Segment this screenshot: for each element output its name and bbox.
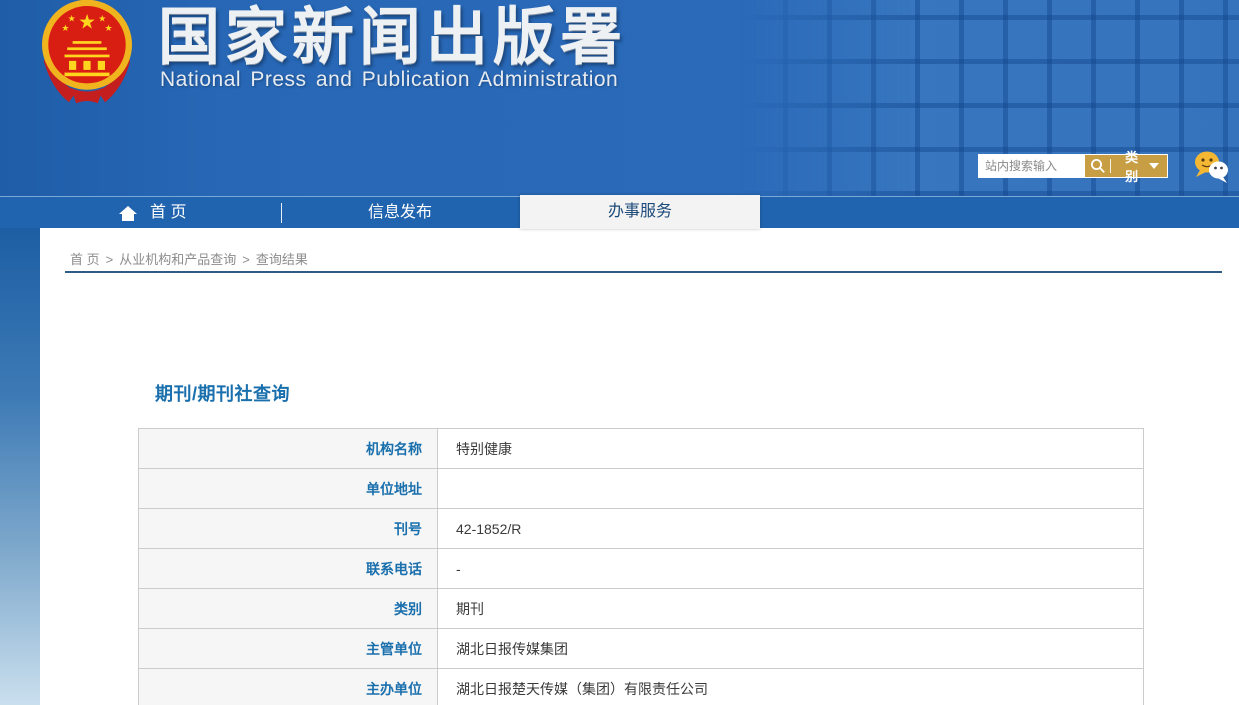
nav-home-label: 首 页 — [150, 204, 187, 221]
svg-text:★: ★ — [68, 13, 76, 23]
table-row: 机构名称 特别健康 — [138, 428, 1144, 469]
svg-text:★: ★ — [78, 11, 96, 33]
row-value: 期刊 — [437, 588, 1144, 629]
table-row: 类别 期刊 — [138, 588, 1144, 629]
search-icon — [1090, 159, 1105, 173]
nav-item-info-release[interactable]: 信息发布 — [300, 197, 500, 229]
category-label: 类别 — [1125, 150, 1139, 184]
row-value: 特别健康 — [437, 428, 1144, 469]
site-search: 类别 — [978, 150, 1168, 184]
row-label: 刊号 — [138, 508, 438, 549]
main-nav: 首 页 信息发布 办事服务 — [0, 195, 1239, 229]
breadcrumb: 首 页 > 从业机构和产品查询 > 查询结果 — [70, 249, 308, 268]
row-label: 类别 — [138, 588, 438, 629]
row-value: 湖北日报楚天传媒（集团）有限责任公司 — [437, 668, 1144, 705]
breadcrumb-separator: > — [242, 252, 250, 267]
table-row: 单位地址 — [138, 468, 1144, 509]
chevron-down-icon — [1149, 163, 1159, 169]
table-row: 刊号 42-1852/R — [138, 508, 1144, 549]
search-gold-section: 类别 — [1085, 150, 1167, 184]
wechat-icon[interactable] — [1192, 150, 1230, 184]
page-title: 期刊/期刊社查询 — [155, 384, 291, 404]
category-dropdown[interactable]: 类别 — [1111, 147, 1167, 185]
svg-text:★: ★ — [61, 23, 69, 33]
row-label: 联系电话 — [138, 548, 438, 589]
row-label: 机构名称 — [138, 428, 438, 469]
row-value — [437, 468, 1144, 509]
row-label: 单位地址 — [138, 468, 438, 509]
home-icon — [119, 205, 137, 221]
row-value: 42-1852/R — [437, 508, 1144, 549]
nav-item-home[interactable]: 首 页 — [118, 197, 218, 229]
site-title: 国家新闻出版署 — [158, 3, 628, 72]
site-subtitle: National Press and Publication Administr… — [160, 68, 619, 91]
query-table-body: 机构名称 特别健康 单位地址 刊号 42-1852/R 联系电话 - 类别 期刊… — [138, 428, 1144, 705]
breadcrumb-current: 查询结果 — [255, 252, 308, 267]
nav-divider — [281, 203, 282, 223]
table-row: 联系电话 - — [138, 548, 1144, 589]
breadcrumb-home[interactable]: 首 页 — [70, 252, 100, 267]
row-value: - — [437, 548, 1144, 589]
search-input[interactable] — [979, 155, 1085, 177]
svg-text:★: ★ — [98, 13, 106, 23]
breadcrumb-query[interactable]: 从业机构和产品查询 — [119, 252, 236, 267]
search-button[interactable] — [1085, 155, 1110, 177]
query-result-table: 机构名称 特别健康 单位地址 刊号 42-1852/R 联系电话 - 类别 期刊… — [138, 428, 1144, 705]
table-row: 主管单位 湖北日报传媒集团 — [138, 628, 1144, 669]
row-label: 主办单位 — [138, 668, 438, 705]
national-emblem-icon: ★ ★ ★ ★ ★ — [42, 0, 132, 104]
site-header: ★ ★ ★ ★ ★ 国家新闻出版署 National Press and Pub… — [0, 0, 1239, 196]
breadcrumb-separator: > — [105, 252, 114, 267]
national-emblem-logo: ★ ★ ★ ★ ★ — [42, 0, 132, 106]
left-decoration-strip — [0, 228, 40, 705]
table-row: 主办单位 湖北日报楚天传媒（集团）有限责任公司 — [138, 668, 1144, 705]
row-value: 湖北日报传媒集团 — [437, 628, 1144, 669]
svg-text:★: ★ — [105, 23, 113, 33]
nav-item-services[interactable]: 办事服务 — [520, 195, 760, 229]
breadcrumb-rule — [65, 271, 1222, 273]
row-label: 主管单位 — [138, 628, 438, 669]
page: ★ ★ ★ ★ ★ 国家新闻出版署 National Press and Pub… — [0, 0, 1239, 705]
